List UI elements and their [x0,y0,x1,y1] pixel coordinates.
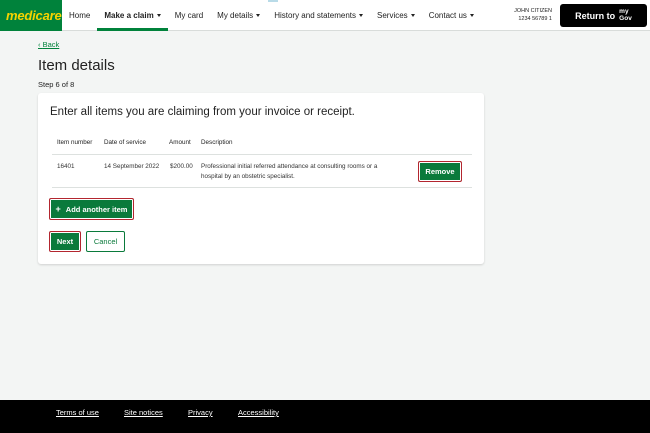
column-header-amount: Amount [169,139,191,146]
description-cell: Professional initial referred attendance… [201,162,401,181]
nav-services[interactable]: Services [370,0,422,31]
column-header-item-number: Item number [57,139,93,146]
cancel-button[interactable]: Cancel [86,231,125,252]
chevron-down-icon [410,14,415,18]
mygov-logo: my Gov [619,8,632,22]
chevron-down-icon [256,14,261,18]
chevron-down-icon [469,14,474,18]
nav-my-details[interactable]: My details [210,0,267,31]
site-header: medicare Home Make a claim My card My de… [0,0,650,31]
amount-cell: $200.00 [170,163,193,170]
site-footer: Terms of use Site notices Privacy Access… [0,400,650,433]
add-another-item-label: Add another item [65,204,128,214]
user-name: JOHN CITIZEN [514,8,552,14]
user-info: JOHN CITIZEN 1234 56789 1 [506,7,552,23]
footer-link-site-notices[interactable]: Site notices [124,408,163,417]
column-header-description: Description [201,139,233,146]
return-to-mygov-button[interactable]: Return to my Gov [560,4,647,27]
nav-my-details-label: My details [217,11,254,20]
card-heading: Enter all items you are claiming from yo… [50,106,355,118]
footer-link-accessibility[interactable]: Accessibility [238,408,279,417]
table-row-divider [52,187,472,188]
nav-history-statements[interactable]: History and statements [267,0,370,31]
user-number: 1234 56789 1 [518,16,552,22]
nav-contact-us[interactable]: Contact us [422,0,481,31]
main-nav: Home Make a claim My card My details His… [62,0,481,31]
nav-make-a-claim[interactable]: Make a claim [97,0,168,31]
footer-link-terms[interactable]: Terms of use [56,408,99,417]
medicare-logo[interactable]: medicare [0,0,62,31]
return-to-label: Return to [575,10,616,21]
description-line-1: Professional initial referred attendance… [201,163,378,170]
back-link-label: Back [42,40,60,49]
chevron-down-icon [359,14,363,18]
nav-contact-us-label: Contact us [428,11,467,20]
item-number-cell: 16401 [57,163,75,170]
nav-make-a-claim-label: Make a claim [104,11,154,20]
item-details-card: Enter all items you are claiming from yo… [38,93,484,264]
nav-home-label: Home [69,11,91,20]
date-cell: 14 September 2022 [104,163,160,170]
mygov-logo-bottom: Gov [619,14,632,22]
nav-my-card[interactable]: My card [168,0,210,31]
nav-services-label: Services [377,11,408,20]
step-indicator: Step 6 of 8 [38,80,75,89]
description-line-2: hospital by an obstetric specialist. [201,172,295,180]
column-header-date: Date of service [104,139,146,146]
nav-my-card-label: My card [174,11,204,20]
plus-icon: + [55,204,61,214]
page-title: Item details [38,57,115,74]
back-link[interactable]: ‹ Back [38,40,59,49]
nav-history-statements-label: History and statements [274,11,356,20]
nav-home[interactable]: Home [62,0,97,31]
footer-link-privacy[interactable]: Privacy [188,408,213,417]
remove-button[interactable]: Remove [418,161,462,182]
chevron-down-icon [156,14,161,18]
table-header-divider [52,154,472,155]
next-button[interactable]: Next [49,231,81,252]
add-another-item-button[interactable]: + Add another item [49,198,134,220]
